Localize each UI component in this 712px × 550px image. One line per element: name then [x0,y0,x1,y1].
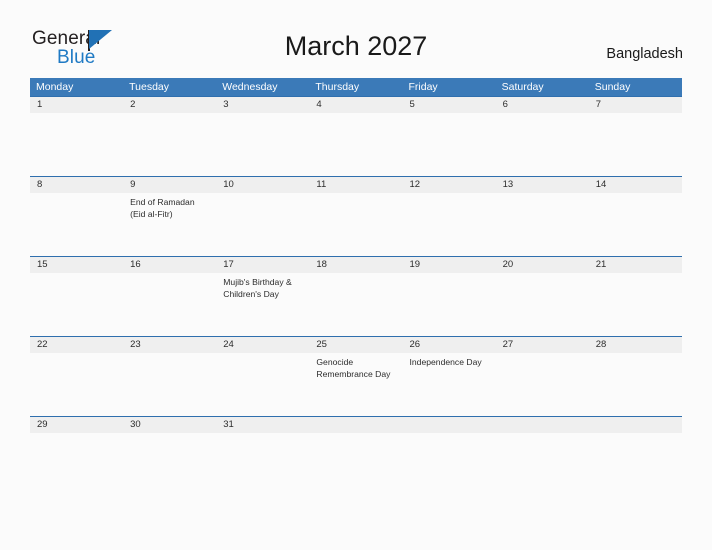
day-cell[interactable]: Mujib's Birthday & Children's Day [216,273,309,337]
day-number[interactable]: 28 [589,337,682,353]
day-cell[interactable] [496,113,589,177]
day-cell[interactable] [309,193,402,257]
day-number[interactable] [309,417,402,433]
day-cell[interactable] [216,193,309,257]
day-number-band: 22 23 24 25 26 27 28 [30,337,682,353]
day-number[interactable]: 27 [496,337,589,353]
day-event-text: Genocide Remembrance Day [316,357,391,379]
day-number[interactable]: 20 [496,257,589,273]
day-cell[interactable] [309,113,402,177]
day-cell[interactable] [30,353,123,417]
calendar-week-row: 22 23 24 25 26 27 28 Genocide Remembranc… [30,336,682,416]
day-number-band: 15 16 17 18 19 20 21 [30,257,682,273]
page-title: March 2027 [284,31,428,61]
day-cell-row [30,113,682,177]
calendar-week-row: 29 30 31 [30,416,682,438]
day-cell[interactable] [30,113,123,177]
calendar-grid: Monday Tuesday Wednesday Thursday Friday… [30,78,682,438]
weekday-header-row: Monday Tuesday Wednesday Thursday Friday… [30,78,682,96]
day-cell-row: Mujib's Birthday & Children's Day [30,273,682,337]
day-event-text: End of Ramadan (Eid al-Fitr) [130,197,195,219]
day-number[interactable]: 31 [216,417,309,433]
day-number[interactable]: 2 [123,97,216,113]
day-cell[interactable] [589,193,682,257]
day-cell[interactable] [496,353,589,417]
day-number-band: 8 9 10 11 12 13 14 [30,177,682,193]
day-cell[interactable] [216,353,309,417]
day-number[interactable] [403,417,496,433]
calendar-week-row: 8 9 10 11 12 13 14 End of Ramadan (Eid a… [30,176,682,256]
day-number[interactable]: 22 [30,337,123,353]
day-number[interactable]: 21 [589,257,682,273]
day-cell[interactable] [403,193,496,257]
day-cell-row: End of Ramadan (Eid al-Fitr) [30,193,682,257]
day-number[interactable]: 23 [123,337,216,353]
weekday-header-thursday: Thursday [315,81,360,93]
day-cell[interactable] [30,273,123,337]
day-cell[interactable]: Genocide Remembrance Day [309,353,402,417]
day-number[interactable] [496,417,589,433]
weekday-header-friday: Friday [408,81,438,93]
weekday-header-sunday: Sunday [594,81,631,93]
day-number[interactable]: 13 [496,177,589,193]
day-cell[interactable] [589,273,682,337]
country-label: Bangladesh [606,46,683,62]
day-number[interactable]: 1 [30,97,123,113]
weekday-header-saturday: Saturday [501,81,544,93]
day-number[interactable]: 6 [496,97,589,113]
day-cell[interactable] [496,193,589,257]
day-number[interactable]: 16 [123,257,216,273]
day-number[interactable]: 15 [30,257,123,273]
day-cell[interactable] [123,353,216,417]
day-number[interactable]: 26 [403,337,496,353]
day-cell[interactable] [589,113,682,177]
day-event-text: Mujib's Birthday & Children's Day [223,277,292,299]
day-cell[interactable] [403,113,496,177]
day-number[interactable]: 17 [216,257,309,273]
day-cell-row: Genocide Remembrance Day Independence Da… [30,353,682,417]
day-number[interactable] [589,417,682,433]
day-number[interactable]: 24 [216,337,309,353]
day-number[interactable]: 25 [309,337,402,353]
day-event-text: Independence Day [409,357,482,367]
day-cell[interactable] [309,273,402,337]
day-cell[interactable] [123,273,216,337]
weekday-header-tuesday: Tuesday [129,81,170,93]
day-cell[interactable] [589,353,682,417]
day-number[interactable]: 29 [30,417,123,433]
day-cell[interactable] [403,273,496,337]
day-number[interactable]: 5 [403,97,496,113]
weekday-header-wednesday: Wednesday [222,81,278,93]
day-cell[interactable] [123,113,216,177]
day-number[interactable]: 14 [589,177,682,193]
day-number[interactable]: 10 [216,177,309,193]
day-number[interactable]: 8 [30,177,123,193]
day-number[interactable]: 30 [123,417,216,433]
day-number-band: 1 2 3 4 5 6 7 [30,97,682,113]
day-cell[interactable] [216,113,309,177]
calendar-page: General Blue March 2027 Bangladesh Monda… [0,0,712,550]
page-header: General Blue March 2027 Bangladesh [0,0,712,76]
weekday-header-monday: Monday [36,81,74,93]
day-number[interactable]: 7 [589,97,682,113]
day-number[interactable]: 12 [403,177,496,193]
day-cell[interactable] [496,273,589,337]
day-number[interactable]: 11 [309,177,402,193]
calendar-week-row: 15 16 17 18 19 20 21 Mujib's Birthday & … [30,256,682,336]
day-number-band: 29 30 31 [30,417,682,433]
day-cell[interactable] [30,193,123,257]
day-cell[interactable]: Independence Day [403,353,496,417]
day-number[interactable]: 19 [403,257,496,273]
calendar-week-row: 1 2 3 4 5 6 7 [30,96,682,176]
day-number[interactable]: 9 [123,177,216,193]
day-number[interactable]: 4 [309,97,402,113]
day-number[interactable]: 3 [216,97,309,113]
day-number[interactable]: 18 [309,257,402,273]
day-cell[interactable]: End of Ramadan (Eid al-Fitr) [123,193,216,257]
